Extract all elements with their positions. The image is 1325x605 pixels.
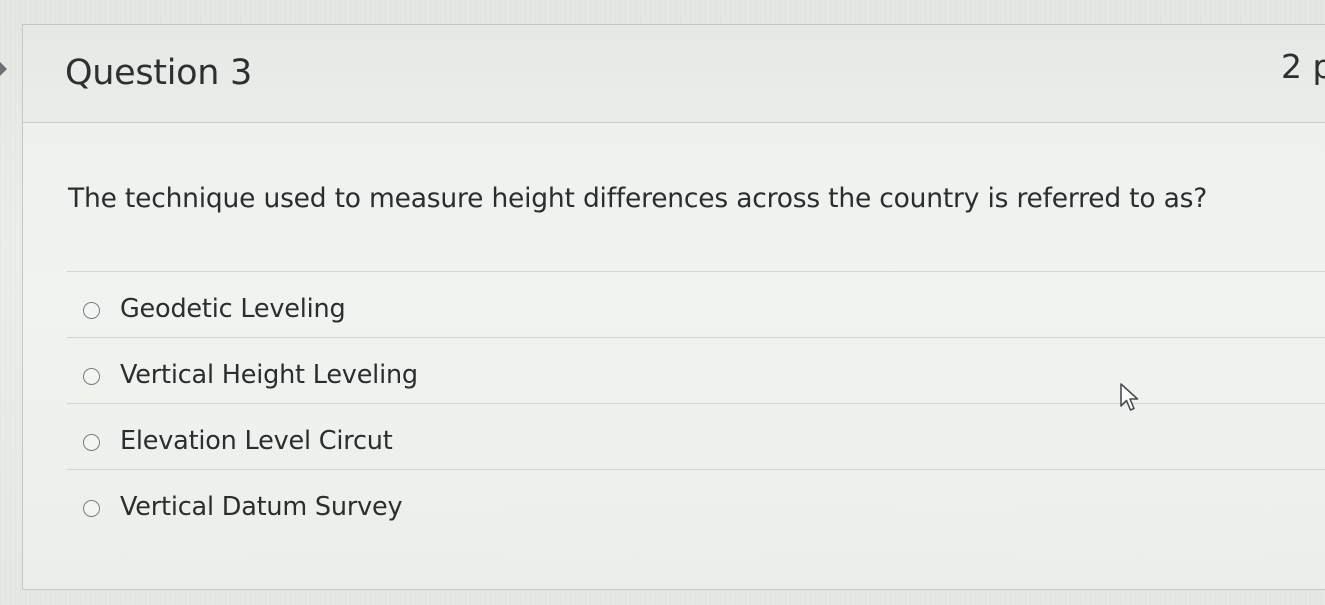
answer-label[interactable]: Vertical Height Leveling (120, 360, 418, 390)
answer-label[interactable]: Vertical Datum Survey (120, 492, 403, 522)
radio-unselected-icon[interactable] (83, 434, 100, 451)
mouse-pointer-icon (1120, 383, 1139, 411)
radio-unselected-icon[interactable] (83, 500, 100, 517)
question-points: 2 p (1281, 47, 1325, 86)
caret-right-icon (0, 62, 7, 76)
question-header: Question 3 2 p (23, 25, 1325, 123)
answer-label[interactable]: Elevation Level Circut (120, 426, 393, 456)
question-text: The technique used to measure height dif… (68, 183, 1208, 214)
answer-label[interactable]: Geodetic Leveling (120, 294, 346, 324)
radio-unselected-icon[interactable] (83, 368, 100, 385)
question-title: Question 3 (65, 53, 252, 93)
answer-option[interactable]: Geodetic Leveling (67, 271, 1325, 337)
radio-unselected-icon[interactable] (83, 302, 100, 319)
answer-option[interactable]: Vertical Datum Survey (67, 469, 1325, 535)
question-card: Question 3 2 p The technique used to mea… (22, 24, 1325, 590)
